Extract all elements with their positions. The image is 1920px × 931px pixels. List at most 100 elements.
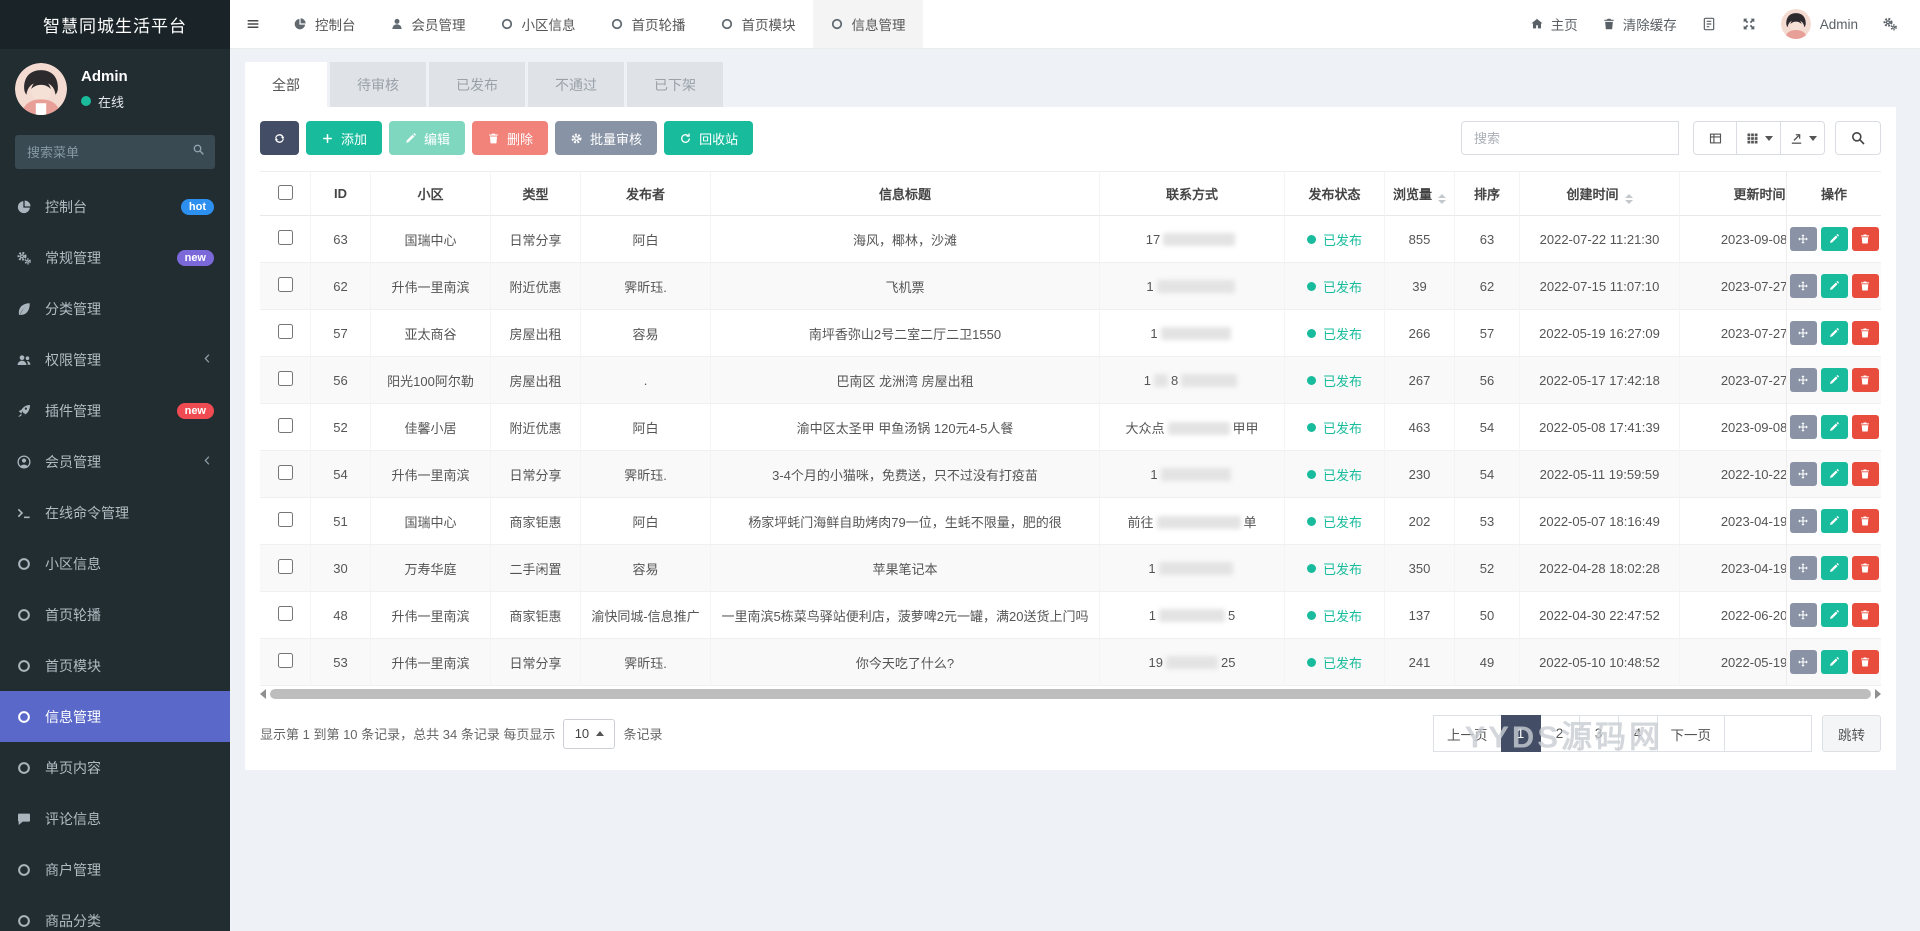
delete-row-button[interactable] <box>1851 321 1879 345</box>
delete-row-button[interactable] <box>1851 415 1879 439</box>
page-button[interactable]: 上一页 <box>1433 715 1502 752</box>
clear-cache-link[interactable]: 清除缓存 <box>1602 14 1677 34</box>
sidebar-item[interactable]: 首页轮播 <box>0 589 230 640</box>
sidebar-item[interactable]: 评论信息 <box>0 793 230 844</box>
row-checkbox[interactable] <box>277 512 293 527</box>
edit-row-button[interactable] <box>1820 415 1848 439</box>
sidebar-search-input[interactable] <box>15 135 215 169</box>
filter-tab[interactable]: 全部 <box>245 62 327 107</box>
edit-row-button[interactable] <box>1820 603 1848 627</box>
app-logo[interactable]: 智慧同城生活平台 <box>0 0 230 49</box>
avatar[interactable] <box>15 63 67 115</box>
move-row-button[interactable] <box>1789 274 1817 298</box>
nav-tab[interactable]: 小区信息 <box>483 0 593 48</box>
sort-icon[interactable] <box>1438 193 1446 204</box>
sidebar-item[interactable]: 分类管理 <box>0 283 230 334</box>
refresh-button[interactable] <box>260 121 299 155</box>
user-menu[interactable]: Admin <box>1780 9 1858 39</box>
edit-row-button[interactable] <box>1820 650 1848 674</box>
row-checkbox[interactable] <box>277 606 293 621</box>
row-checkbox[interactable] <box>277 559 293 574</box>
row-checkbox[interactable] <box>277 324 293 339</box>
move-row-button[interactable] <box>1789 556 1817 580</box>
delete-row-button[interactable] <box>1851 556 1879 580</box>
scroll-right-arrow-icon[interactable] <box>1875 689 1881 699</box>
column-header[interactable]: 信息标题 <box>710 171 1099 216</box>
column-header[interactable]: ID <box>310 171 370 216</box>
scroll-left-arrow-icon[interactable] <box>260 689 266 699</box>
search-button[interactable] <box>1835 121 1881 155</box>
column-header[interactable]: 操作 <box>1786 171 1881 216</box>
page-button[interactable]: 1 <box>1500 715 1541 752</box>
sidebar-item[interactable]: 小区信息 <box>0 538 230 589</box>
edit-row-button[interactable] <box>1820 509 1848 533</box>
delete-row-button[interactable] <box>1851 603 1879 627</box>
column-header[interactable]: 创建时间 <box>1519 171 1679 216</box>
page-jump-input[interactable] <box>1724 715 1812 752</box>
nav-tab[interactable]: 控制台 <box>276 0 373 48</box>
delete-row-button[interactable] <box>1851 274 1879 298</box>
edit-row-button[interactable] <box>1820 368 1848 392</box>
row-checkbox[interactable] <box>277 277 293 292</box>
sort-icon[interactable] <box>1624 193 1633 204</box>
hamburger-icon[interactable] <box>230 0 276 48</box>
filter-tab[interactable]: 已发布 <box>429 62 525 107</box>
sidebar-item[interactable]: 常规管理 new <box>0 232 230 283</box>
page-button[interactable]: 下一页 <box>1656 715 1725 752</box>
批量审核-button[interactable]: 批量审核 <box>555 121 658 155</box>
回收站-button[interactable]: 回收站 <box>664 121 754 155</box>
编辑-button[interactable]: 编辑 <box>389 121 466 155</box>
page-button[interactable]: 3 <box>1578 715 1619 752</box>
edit-row-button[interactable] <box>1820 556 1848 580</box>
edit-row-button[interactable] <box>1820 321 1848 345</box>
table-view-button[interactable] <box>1693 121 1737 155</box>
export-view-button[interactable] <box>1781 121 1825 155</box>
filter-tab[interactable]: 已下架 <box>627 62 723 107</box>
move-row-button[interactable] <box>1789 462 1817 486</box>
column-header[interactable]: 发布者 <box>580 171 710 216</box>
nav-tab[interactable]: 首页模块 <box>703 0 813 48</box>
column-header[interactable]: 联系方式 <box>1099 171 1284 216</box>
row-checkbox[interactable] <box>277 371 293 386</box>
sidebar-item[interactable]: 权限管理 <box>0 334 230 385</box>
delete-row-button[interactable] <box>1851 509 1879 533</box>
sidebar-item[interactable]: 单页内容 <box>0 742 230 793</box>
sidebar-item[interactable]: 控制台 hot <box>0 181 230 232</box>
edit-row-button[interactable] <box>1820 274 1848 298</box>
nav-tab[interactable]: 首页轮播 <box>593 0 703 48</box>
page-jump-button[interactable]: 跳转 <box>1822 715 1881 752</box>
settings-gear-icon[interactable] <box>1882 16 1898 32</box>
sidebar-item[interactable]: 信息管理 <box>0 691 230 742</box>
row-checkbox[interactable] <box>277 230 293 245</box>
column-header[interactable]: 类型 <box>490 171 580 216</box>
sidebar-item[interactable]: 商品分类 <box>0 895 230 931</box>
sidebar-item[interactable]: 在线命令管理 <box>0 487 230 538</box>
delete-row-button[interactable] <box>1851 227 1879 251</box>
filter-tab[interactable]: 不通过 <box>528 62 624 107</box>
move-row-button[interactable] <box>1789 603 1817 627</box>
move-row-button[interactable] <box>1789 368 1817 392</box>
row-checkbox[interactable] <box>277 418 293 433</box>
table-search-input[interactable] <box>1461 121 1679 155</box>
sidebar-item[interactable]: 商户管理 <box>0 844 230 895</box>
move-row-button[interactable] <box>1789 509 1817 533</box>
edit-row-button[interactable] <box>1820 462 1848 486</box>
select-all-checkbox[interactable] <box>277 184 293 200</box>
删除-button[interactable]: 删除 <box>472 121 549 155</box>
nav-tab[interactable]: 会员管理 <box>373 0 483 48</box>
home-link[interactable]: 主页 <box>1530 14 1578 34</box>
column-header[interactable]: 排序 <box>1454 171 1519 216</box>
grid-view-button[interactable] <box>1737 121 1781 155</box>
nav-tab[interactable]: 信息管理 <box>812 0 923 48</box>
move-row-button[interactable] <box>1789 650 1817 674</box>
column-header[interactable]: 小区 <box>370 171 490 216</box>
sidebar-item[interactable]: 首页模块 <box>0 640 230 691</box>
row-checkbox[interactable] <box>277 465 293 480</box>
sidebar-item[interactable]: 插件管理 new <box>0 385 230 436</box>
per-page-select[interactable]: 10 <box>563 718 616 749</box>
delete-row-button[interactable] <box>1851 462 1879 486</box>
edit-row-button[interactable] <box>1820 227 1848 251</box>
move-row-button[interactable] <box>1789 415 1817 439</box>
添加-button[interactable]: 添加 <box>306 121 383 155</box>
filter-tab[interactable]: 待审核 <box>330 62 426 107</box>
